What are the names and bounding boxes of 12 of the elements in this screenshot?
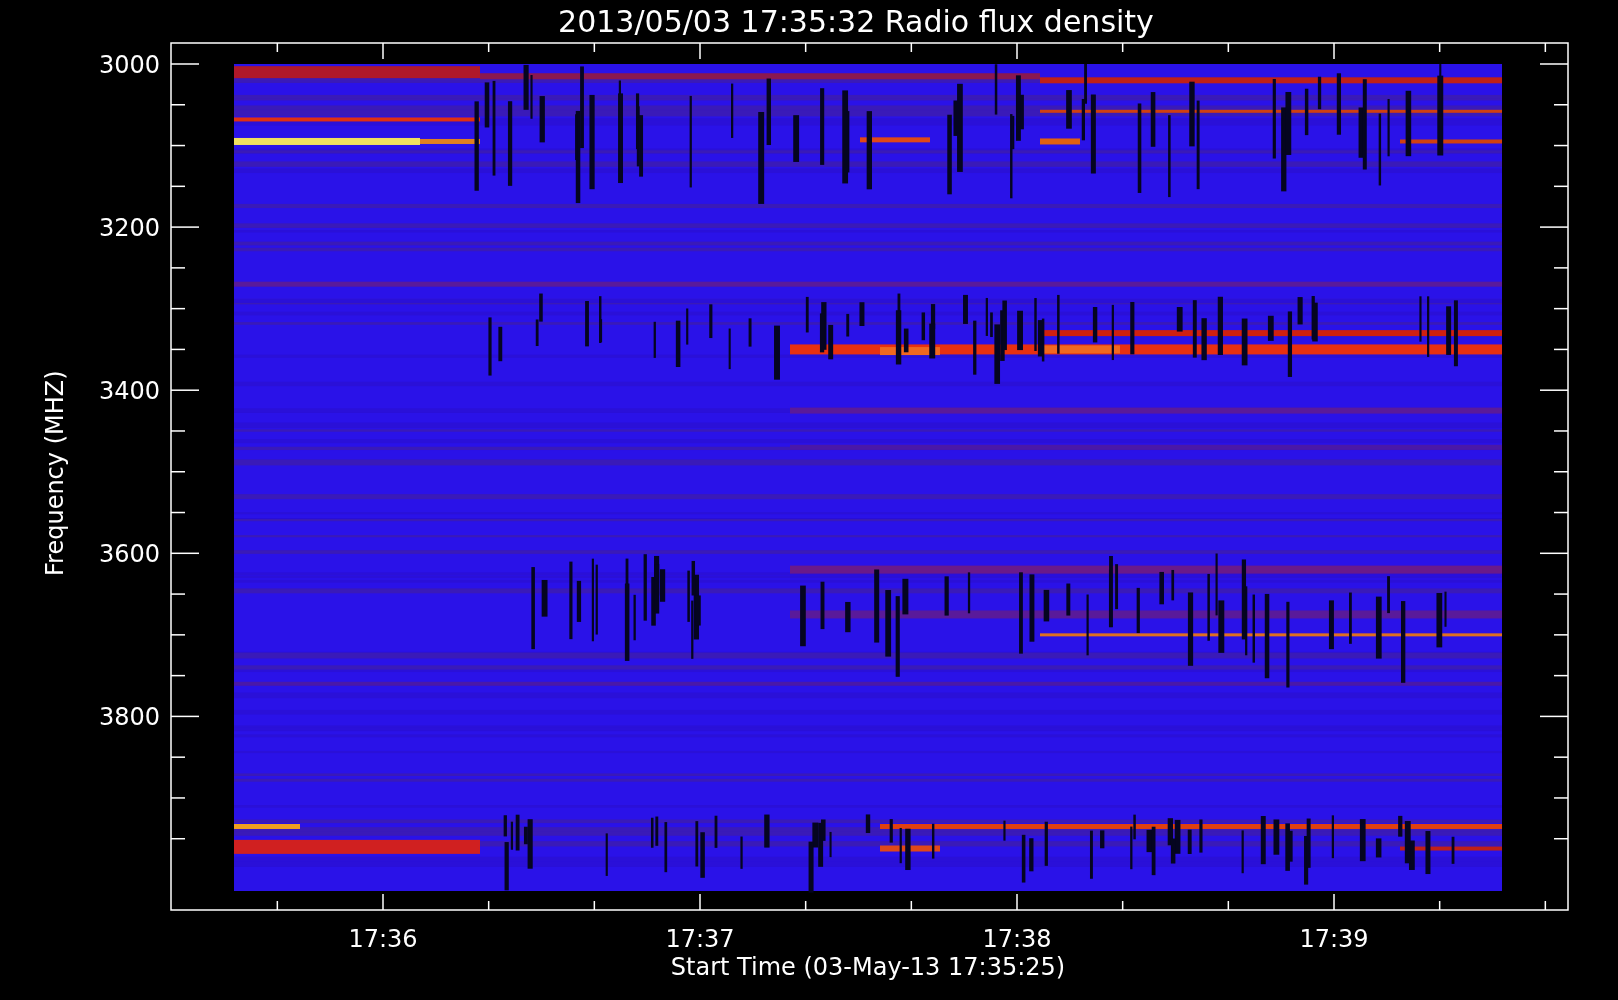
x-tick-label: 17:36 xyxy=(348,925,418,953)
x-axis-label: Start Time (03-May-13 17:35:25) xyxy=(670,953,1066,981)
y-tick-label: 3000 xyxy=(98,51,160,79)
x-tick-label: 17:37 xyxy=(665,925,735,953)
y-tick-label: 3400 xyxy=(98,377,160,406)
x-tick-label: 17:39 xyxy=(1299,925,1369,953)
chart-title: 2013/05/03 17:35:32 Radio flux density xyxy=(558,4,1154,39)
x-tick-label: 17:38 xyxy=(982,925,1052,953)
y-tick-label: 3800 xyxy=(98,703,160,732)
y-axis-label: Frequency (MHZ) xyxy=(41,370,69,576)
y-tick-label: 3200 xyxy=(98,214,160,243)
y-tick-label: 3600 xyxy=(98,540,160,569)
